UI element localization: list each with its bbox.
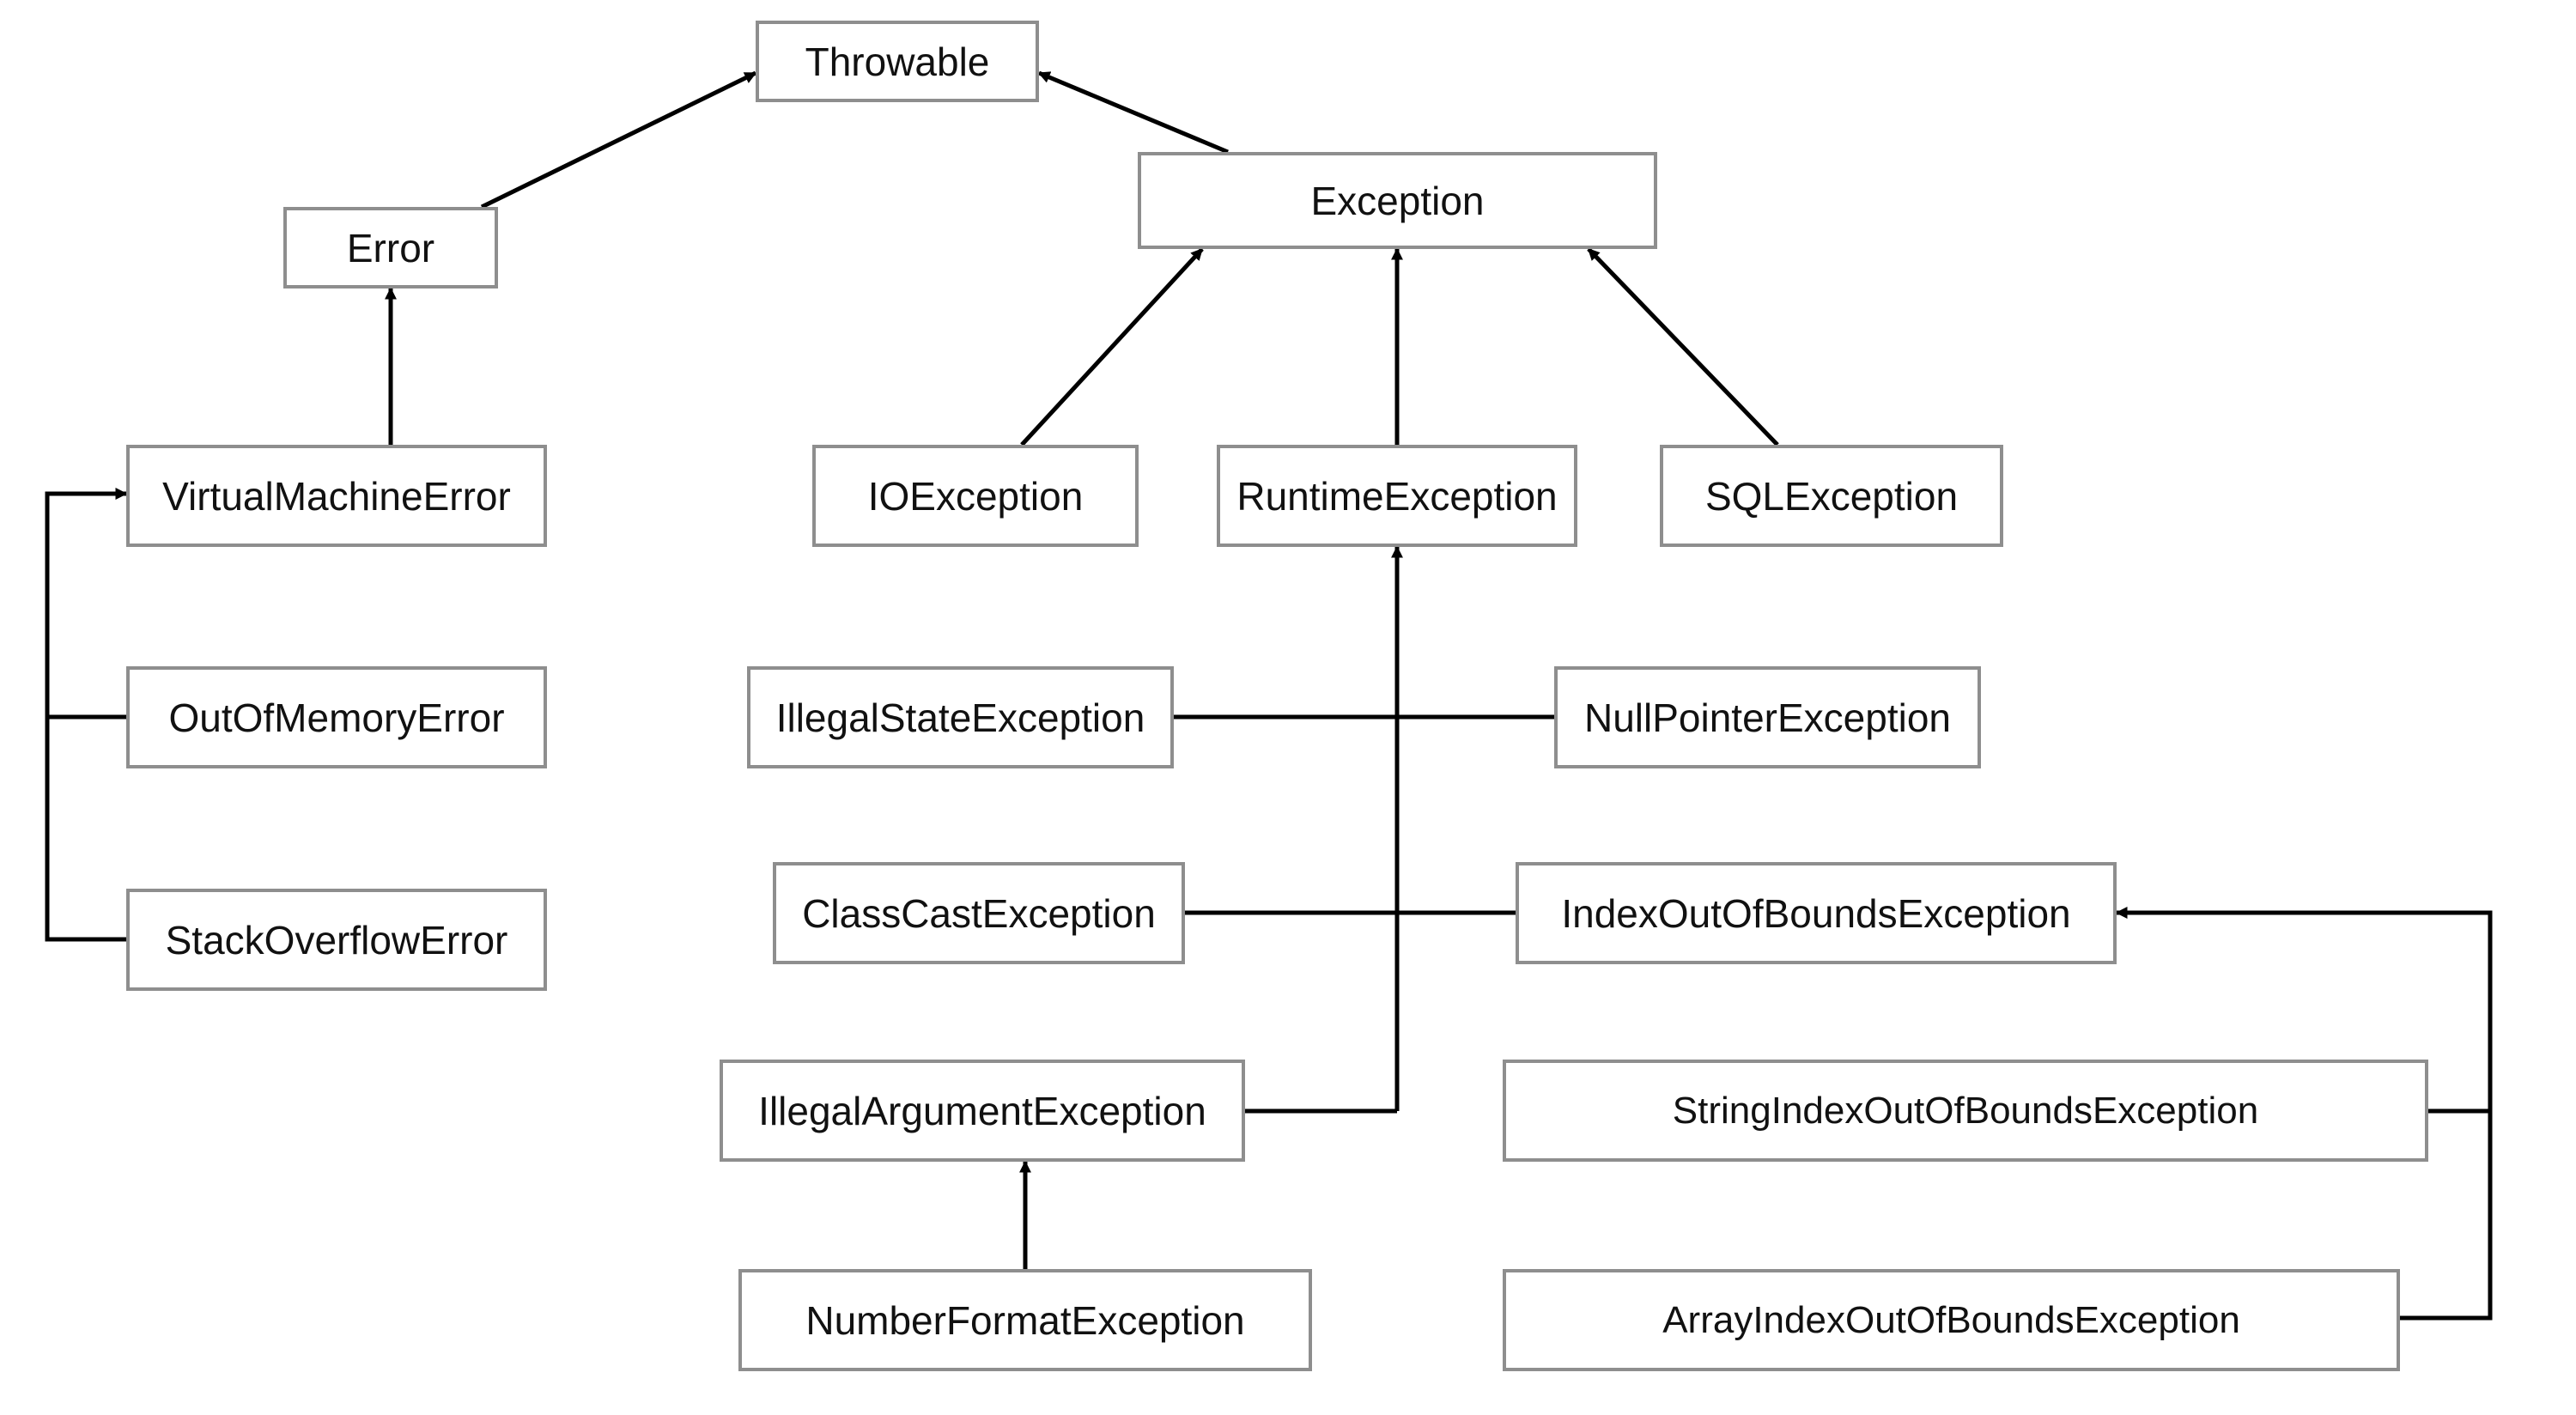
- edge-soe-vme: [47, 494, 126, 939]
- node-illegalstateexception: IllegalStateException: [747, 666, 1174, 768]
- node-ioexception: IOException: [812, 445, 1139, 547]
- node-nullpointerexception: NullPointerException: [1554, 666, 1981, 768]
- edge-error-throwable: [482, 73, 756, 207]
- diagram-stage: Throwable Error Exception VirtualMachine…: [0, 0, 2576, 1415]
- node-sqlexception: SQLException: [1660, 445, 2003, 547]
- node-stackoverflowerror: StackOverflowError: [126, 889, 547, 991]
- edge-ioexception-exception: [1022, 249, 1202, 445]
- node-outofmemoryerror: OutOfMemoryError: [126, 666, 547, 768]
- edge-sql-exception: [1589, 249, 1777, 445]
- node-throwable: Throwable: [756, 21, 1039, 102]
- edge-exception-throwable: [1039, 73, 1228, 152]
- node-stringioobe: StringIndexOutOfBoundsException: [1503, 1060, 2428, 1162]
- node-error: Error: [283, 207, 498, 288]
- node-numberformatexception: NumberFormatException: [738, 1269, 1312, 1371]
- node-virtualmachineerror: VirtualMachineError: [126, 445, 547, 547]
- node-indexoutofboundsexception: IndexOutOfBoundsException: [1516, 862, 2117, 964]
- node-classcastexception: ClassCastException: [773, 862, 1185, 964]
- node-illegalargumentexception: IllegalArgumentException: [720, 1060, 1245, 1162]
- node-arrayioobe: ArrayIndexOutOfBoundsException: [1503, 1269, 2400, 1371]
- node-exception: Exception: [1138, 152, 1657, 249]
- node-runtimeexception: RuntimeException: [1217, 445, 1577, 547]
